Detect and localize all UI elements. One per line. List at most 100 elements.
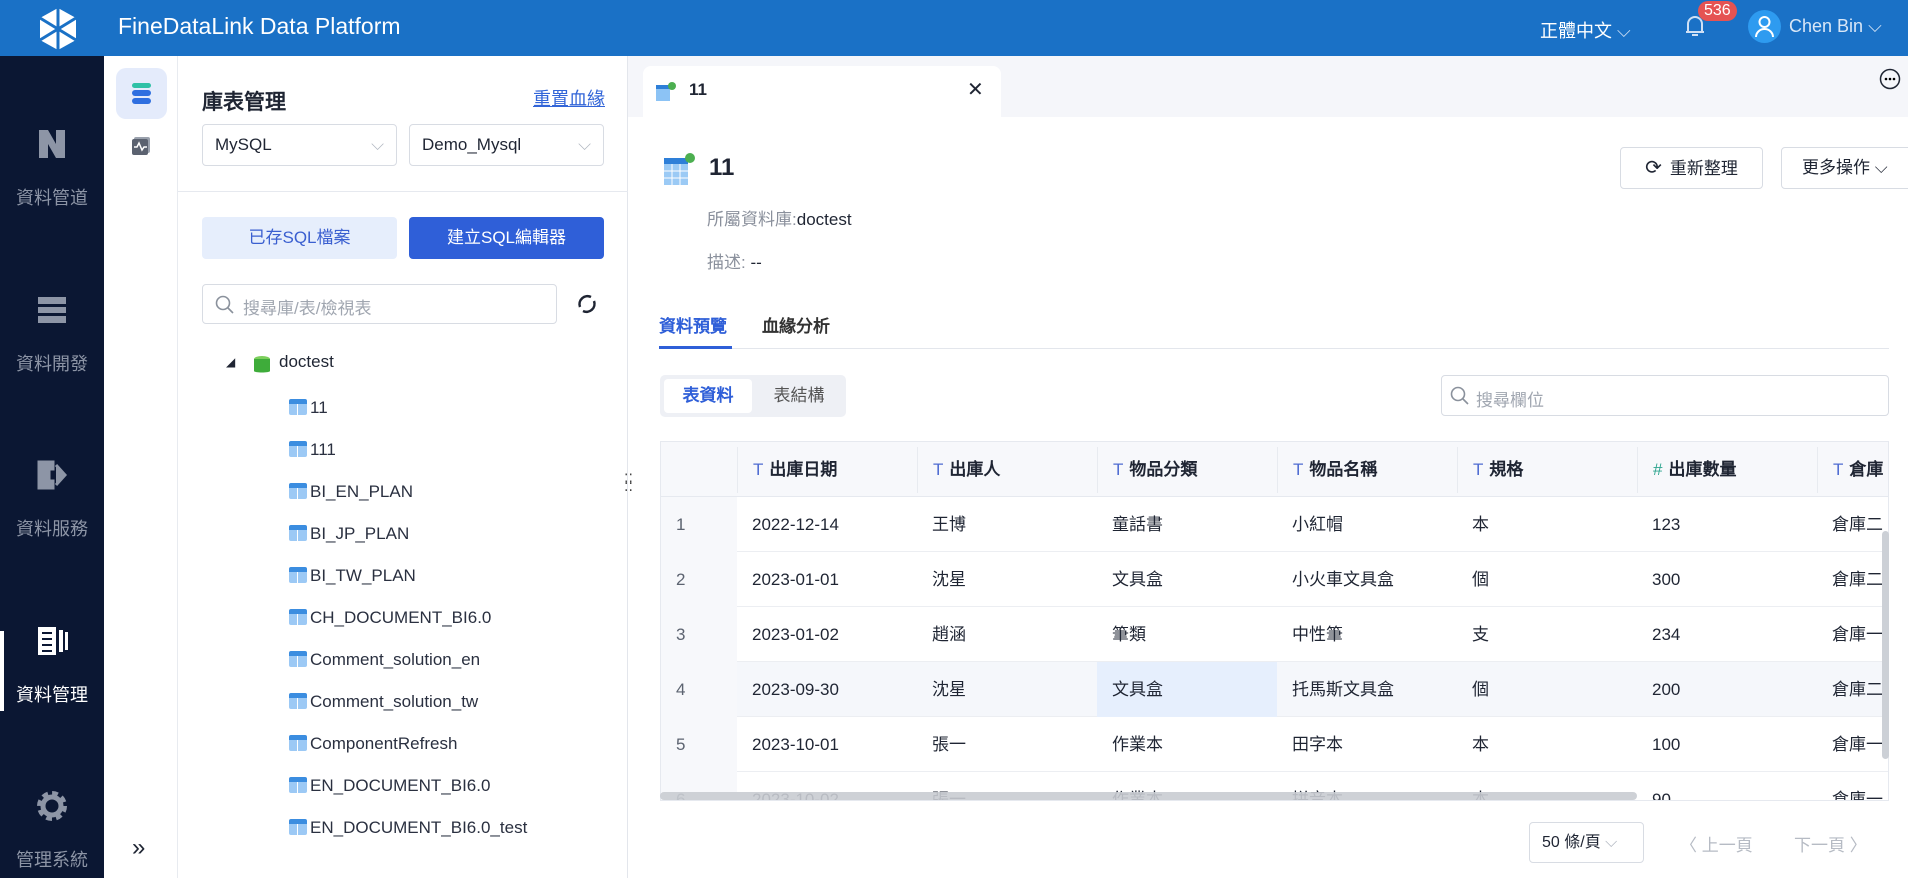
table-cell[interactable]: 文具盒 — [1097, 662, 1277, 717]
nav-item-data-management[interactable]: 資料管理 — [0, 623, 104, 723]
table-cell[interactable]: 2023-10-01 — [737, 717, 917, 772]
refresh-icon[interactable] — [576, 293, 598, 315]
column-header[interactable]: T 出庫人 — [917, 447, 1097, 493]
vertical-scrollbar[interactable] — [1882, 531, 1889, 759]
reset-lineage-link[interactable]: 重置血緣 — [533, 85, 605, 111]
table-cell[interactable]: 趙涵 — [917, 607, 1097, 662]
saved-sql-button[interactable]: 已存SQL檔案 — [202, 217, 397, 259]
table-row[interactable]: 2 2023-01-01 沈星 文具盒 小火車文具盒個 300 倉庫二 — [661, 552, 1888, 607]
table-cell[interactable]: 300 — [1637, 552, 1817, 607]
tab-lineage[interactable]: 血緣分析 — [762, 312, 830, 337]
table-cell[interactable]: 倉庫二 — [1817, 497, 1888, 552]
table-cell[interactable]: 王博 — [917, 497, 1097, 552]
table-cell[interactable]: 張一 — [917, 717, 1097, 772]
text-type-icon: T — [1113, 460, 1124, 479]
table-cell[interactable]: 本 — [1457, 497, 1637, 552]
table-cell[interactable]: 倉庫二 — [1817, 662, 1888, 717]
table-cell[interactable]: 作業本 — [1097, 717, 1277, 772]
table-row[interactable]: 1 2022-12-14 王博 童話書 小紅帽本 123 倉庫二 — [661, 497, 1888, 552]
column-header[interactable]: T 出庫日期 — [737, 447, 917, 493]
table-row[interactable]: 3 2023-01-02 趙涵 筆類 中性筆支 234 倉庫一 — [661, 607, 1888, 662]
table-cell[interactable]: 倉庫一 — [1817, 717, 1888, 772]
field-search-input[interactable]: 搜尋欄位 — [1441, 375, 1889, 416]
table-cell[interactable]: 倉庫一 — [1817, 772, 1888, 800]
avatar[interactable] — [1748, 10, 1781, 43]
table-row[interactable]: 5 2023-10-01 張一 作業本 田字本本 100 倉庫一 — [661, 717, 1888, 772]
nav-item-development[interactable]: 資料開發 — [0, 292, 104, 392]
column-header[interactable]: T 物品名稱 — [1277, 447, 1457, 493]
table-cell[interactable]: 2023-09-30 — [737, 662, 917, 717]
more-actions-button[interactable]: 更多操作 ⌵ — [1781, 147, 1908, 189]
nav-item-service[interactable]: 資料服務 — [0, 457, 104, 557]
tree-item-table[interactable]: BI_TW_PLAN — [289, 561, 416, 591]
tree-item-table[interactable]: EN_DOCUMENT_BI6.0_test — [289, 813, 527, 843]
nav-item-pipeline[interactable]: 資料管道 — [0, 126, 104, 226]
table-cell[interactable]: 123 — [1637, 497, 1817, 552]
tree-item-table[interactable]: ComponentRefresh — [289, 729, 457, 759]
monitor-icon[interactable] — [131, 136, 151, 156]
db-type-value: MySQL — [215, 135, 272, 154]
resize-handle[interactable]: ⁚⁚ ⁚⁚ — [624, 472, 633, 493]
db-connection-select[interactable]: Demo_Mysql ⌵ — [409, 124, 604, 166]
refresh-button[interactable]: ⟳ 重新整理 — [1620, 147, 1763, 189]
prev-page-button[interactable]: 〈 上一頁 — [1680, 831, 1753, 856]
tree-item-table[interactable]: CH_DOCUMENT_BI6.0 — [289, 603, 491, 633]
tree-search-input[interactable]: 搜尋庫/表/檢視表 — [202, 284, 557, 324]
table-row[interactable]: 4 2023-09-30 沈星 文具盒 托馬斯文具盒個 200 倉庫二 — [661, 662, 1888, 717]
collapse-triangle-icon[interactable]: ◢ — [226, 355, 235, 369]
table-cell[interactable]: 2023-01-01 — [737, 552, 917, 607]
column-header[interactable]: T 倉庫 — [1817, 447, 1888, 493]
tree-item-table[interactable]: BI_EN_PLAN — [289, 477, 413, 507]
horizontal-scrollbar[interactable] — [660, 792, 1637, 800]
language-select[interactable]: 正體中文 ⌵ — [1540, 17, 1631, 43]
table-cell[interactable]: 筆類 — [1097, 607, 1277, 662]
table-cell[interactable]: 沈星 — [917, 552, 1097, 607]
database-icon — [132, 83, 151, 104]
column-header[interactable]: # 出庫數量 — [1637, 447, 1817, 493]
segment-table-data[interactable]: 表資料 — [664, 379, 752, 413]
nav-item-system[interactable]: 管理系統 — [0, 788, 104, 888]
table-cell[interactable]: 沈星 — [917, 662, 1097, 717]
page-size-select[interactable]: 50 條/頁 ⌵ — [1529, 822, 1644, 863]
sub-nav-tables[interactable] — [116, 68, 167, 119]
column-header[interactable]: T 規格 — [1457, 447, 1637, 493]
table-cell[interactable]: 倉庫一 — [1817, 607, 1888, 662]
user-menu[interactable]: Chen Bin ⌵ — [1789, 16, 1882, 37]
app-title: FineDataLink Data Platform — [118, 13, 401, 39]
close-icon[interactable]: ✕ — [967, 77, 984, 102]
tree-item-table[interactable]: 111 — [289, 435, 336, 465]
table-cell[interactable]: 本 — [1457, 717, 1637, 772]
table-cell[interactable]: 2023-01-02 — [737, 607, 917, 662]
table-cell[interactable]: 200 — [1637, 662, 1817, 717]
table-cell[interactable]: 2022-12-14 — [737, 497, 917, 552]
tree-item-table[interactable]: BI_JP_PLAN — [289, 519, 409, 549]
table-cell[interactable]: 中性筆 — [1277, 607, 1457, 662]
tree-item-table[interactable]: EN_DOCUMENT_BI6.0 — [289, 771, 490, 801]
table-cell[interactable]: 托馬斯文具盒 — [1277, 662, 1457, 717]
table-cell[interactable]: 100 — [1637, 717, 1817, 772]
tab-11[interactable]: 11 ✕ — [643, 66, 1001, 117]
new-sql-editor-button[interactable]: 建立SQL編輯器 — [409, 217, 604, 259]
tree-root-doctest[interactable]: doctest — [279, 352, 334, 372]
table-cell[interactable]: 童話書 — [1097, 497, 1277, 552]
table-cell[interactable]: 個 — [1457, 552, 1637, 607]
table-cell[interactable]: 個 — [1457, 662, 1637, 717]
db-type-select[interactable]: MySQL ⌵ — [202, 124, 397, 166]
tree-item-table[interactable]: Comment_solution_en — [289, 645, 480, 675]
table-cell[interactable]: 小火車文具盒 — [1277, 552, 1457, 607]
more-options-icon[interactable] — [1879, 68, 1901, 90]
table-cell[interactable]: 234 — [1637, 607, 1817, 662]
table-cell[interactable]: 支 — [1457, 607, 1637, 662]
tree-item-table[interactable]: Comment_solution_tw — [289, 687, 478, 717]
tree-item-table[interactable]: 11 — [289, 393, 328, 423]
next-page-button[interactable]: 下一頁 〉 — [1794, 831, 1867, 856]
expand-button[interactable]: » — [132, 834, 145, 862]
tab-data-preview[interactable]: 資料預覽 — [659, 312, 727, 337]
segment-table-structure[interactable]: 表結構 — [756, 379, 842, 413]
table-cell[interactable]: 倉庫二 — [1817, 552, 1888, 607]
table-cell[interactable]: 小紅帽 — [1277, 497, 1457, 552]
table-cell[interactable]: 文具盒 — [1097, 552, 1277, 607]
table-cell[interactable]: 田字本 — [1277, 717, 1457, 772]
column-header[interactable]: T 物品分類 — [1097, 447, 1277, 493]
table-cell[interactable]: 90 — [1637, 772, 1817, 800]
